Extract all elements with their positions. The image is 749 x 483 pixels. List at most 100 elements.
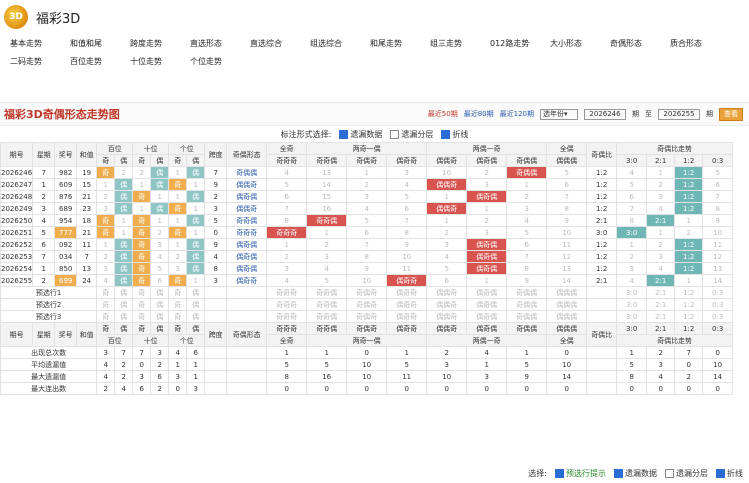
forecast-cell[interactable]: 偶奇偶 (466, 286, 508, 299)
nav-item[interactable]: 个位走势 (190, 56, 250, 67)
brand-logo[interactable]: 3D (4, 5, 28, 29)
checkbox-icon[interactable] (390, 129, 400, 139)
forecast-cell[interactable]: 奇 (96, 298, 116, 311)
nav-item[interactable]: 二码走势 (10, 56, 70, 67)
forecast-cell[interactable]: 奇奇偶 (306, 310, 348, 323)
forecast-cell[interactable]: 奇 (132, 310, 152, 323)
layer-checkbox[interactable]: 遗漏分层 (390, 129, 433, 140)
forecast-cell[interactable]: 奇 (132, 286, 152, 299)
forecast-cell[interactable]: 偶偶偶 (546, 286, 588, 299)
forecast-cell[interactable]: 奇偶偶 (506, 286, 548, 299)
bottom-line-checkbox[interactable]: 折线 (716, 468, 743, 479)
forecast-cell[interactable] (226, 298, 268, 311)
forecast-cell[interactable] (204, 310, 228, 323)
bottom-missing-checkbox[interactable]: 遗漏数据 (614, 468, 657, 479)
forecast-cell[interactable]: 偶 (114, 298, 134, 311)
forecast-cell[interactable]: 奇 (132, 298, 152, 311)
forecast-cell[interactable]: 0:3 (702, 286, 734, 299)
forecast-cell[interactable]: 偶 (186, 298, 206, 311)
forecast-cell[interactable]: 奇奇奇 (266, 310, 308, 323)
forecast-cell[interactable]: 奇偶偶 (506, 310, 548, 323)
forecast-cell[interactable]: 奇奇奇 (266, 286, 308, 299)
nav-item[interactable]: 质合形态 (670, 38, 730, 49)
forecast-cell[interactable] (586, 310, 618, 323)
forecast-cell[interactable]: 0:3 (702, 310, 734, 323)
forecast-cell[interactable]: 1:2 (674, 286, 704, 299)
forecast-cell[interactable]: 奇奇偶 (306, 298, 348, 311)
forecast-cell[interactable]: 偶奇偶 (466, 298, 508, 311)
forecast-cell[interactable]: 偶偶偶 (546, 310, 588, 323)
forecast-cell[interactable]: 偶 (186, 310, 206, 323)
nav-item[interactable]: 和值和尾 (70, 38, 130, 49)
nav-item[interactable]: 012路走势 (490, 38, 550, 49)
forecast-cell[interactable]: 偶 (150, 286, 170, 299)
forecast-cell[interactable]: 偶 (150, 298, 170, 311)
forecast-cell[interactable]: 1:2 (674, 310, 704, 323)
forecast-cell[interactable]: 1:2 (674, 298, 704, 311)
forecast-cell[interactable]: 奇奇偶 (306, 286, 348, 299)
forecast-cell[interactable]: 奇 (168, 286, 188, 299)
forecast-cell[interactable]: 3:0 (616, 286, 648, 299)
checkbox-icon[interactable] (339, 129, 349, 139)
checkbox-icon[interactable] (614, 469, 623, 478)
forecast-cell[interactable] (204, 298, 228, 311)
from-period-input[interactable]: 2026246 (584, 108, 626, 120)
bottom-layer-checkbox[interactable]: 遗漏分层 (665, 468, 708, 479)
forecast-hint-checkbox[interactable]: 预选行提示 (555, 468, 606, 479)
forecast-cell[interactable] (586, 298, 618, 311)
forecast-cell[interactable]: 偶偶奇 (426, 298, 468, 311)
forecast-cell[interactable]: 奇 (168, 298, 188, 311)
forecast-cell[interactable]: 奇 (168, 310, 188, 323)
forecast-row[interactable]: 预选行3 奇偶奇偶奇偶奇奇奇 奇奇偶 奇偶奇 偶奇奇 偶偶奇 偶奇偶 奇偶偶 偶偶偶 3:0 2:1… (0, 310, 734, 323)
nav-item[interactable]: 跨度走势 (130, 38, 190, 49)
checkbox-icon[interactable] (555, 469, 564, 478)
nav-item[interactable]: 大小形态 (550, 38, 610, 49)
to-period-input[interactable]: 2026255 (658, 108, 700, 120)
year-select[interactable]: 选年份 ▾ (540, 108, 578, 120)
forecast-cell[interactable]: 2:1 (646, 286, 676, 299)
checkbox-icon[interactable] (441, 129, 451, 139)
nav-item[interactable]: 组选综合 (310, 38, 370, 49)
forecast-cell[interactable]: 偶 (186, 286, 206, 299)
forecast-cell[interactable]: 3:0 (616, 298, 648, 311)
forecast-cell[interactable]: 偶奇偶 (466, 310, 508, 323)
forecast-cell[interactable]: 偶 (114, 286, 134, 299)
recent-120-link[interactable]: 最近120期 (500, 109, 534, 119)
forecast-cell[interactable]: 奇偶奇 (346, 286, 388, 299)
forecast-cell[interactable] (204, 286, 228, 299)
line-checkbox[interactable]: 折线 (441, 129, 468, 140)
forecast-row[interactable]: 预选行2 奇偶奇偶奇偶奇奇奇 奇奇偶 奇偶奇 偶奇奇 偶偶奇 偶奇偶 奇偶偶 偶偶偶 3:0 2:1… (0, 298, 734, 311)
nav-item[interactable]: 直选形态 (190, 38, 250, 49)
forecast-cell[interactable]: 偶奇奇 (386, 310, 428, 323)
checkbox-icon[interactable] (665, 469, 674, 478)
checkbox-icon[interactable] (716, 469, 725, 478)
forecast-cell[interactable]: 3:0 (616, 310, 648, 323)
forecast-cell[interactable]: 偶偶奇 (426, 310, 468, 323)
query-button[interactable]: 查看 (719, 107, 743, 121)
nav-item[interactable]: 十位走势 (130, 56, 190, 67)
forecast-cell[interactable]: 偶偶偶 (546, 298, 588, 311)
forecast-cell[interactable]: 偶偶奇 (426, 286, 468, 299)
forecast-cell[interactable]: 奇奇奇 (266, 298, 308, 311)
missing-checkbox[interactable]: 遗漏数据 (339, 129, 382, 140)
forecast-cell[interactable]: 0:3 (702, 298, 734, 311)
forecast-row[interactable]: 预选行1 奇偶奇偶奇偶奇奇奇 奇奇偶 奇偶奇 偶奇奇 偶偶奇 偶奇偶 奇偶偶 偶偶偶 3:0 2:1… (0, 286, 734, 299)
nav-item[interactable]: 百位走势 (70, 56, 130, 67)
forecast-cell[interactable]: 奇偶奇 (346, 310, 388, 323)
forecast-cell[interactable]: 偶奇奇 (386, 298, 428, 311)
nav-item[interactable]: 基本走势 (10, 38, 70, 49)
nav-item[interactable]: 组三走势 (430, 38, 490, 49)
nav-item[interactable]: 奇偶形态 (610, 38, 670, 49)
forecast-cell[interactable] (226, 310, 268, 323)
recent-50-link[interactable]: 最近50期 (428, 109, 458, 119)
forecast-cell[interactable] (226, 286, 268, 299)
forecast-cell[interactable]: 2:1 (646, 298, 676, 311)
forecast-cell[interactable]: 偶奇奇 (386, 286, 428, 299)
forecast-cell[interactable]: 偶 (150, 310, 170, 323)
forecast-cell[interactable] (586, 286, 618, 299)
recent-80-link[interactable]: 最近80期 (464, 109, 494, 119)
forecast-cell[interactable]: 奇 (96, 310, 116, 323)
forecast-cell[interactable]: 偶 (114, 310, 134, 323)
forecast-cell[interactable]: 奇偶奇 (346, 298, 388, 311)
nav-item[interactable]: 直选综合 (250, 38, 310, 49)
